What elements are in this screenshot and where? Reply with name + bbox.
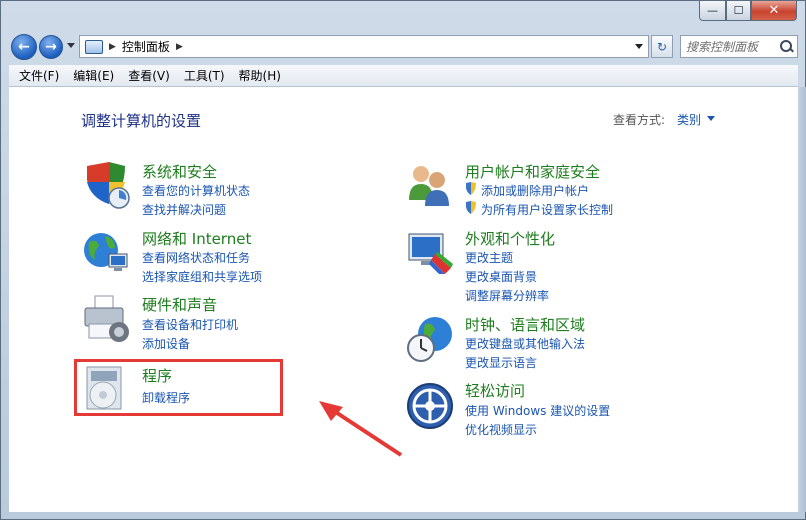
- menu-edit[interactable]: 编辑(E): [66, 65, 121, 87]
- link-parental-controls[interactable]: 为所有用户设置家长控制: [481, 201, 613, 218]
- link-change-theme[interactable]: 更改主题: [465, 249, 513, 266]
- clock-globe-icon[interactable]: [405, 314, 455, 364]
- menu-help[interactable]: 帮助(H): [232, 65, 288, 87]
- menu-file[interactable]: 文件(F): [12, 65, 66, 87]
- search-box[interactable]: [680, 35, 798, 58]
- category-system-security[interactable]: 系统和安全: [142, 161, 217, 182]
- uac-shield-icon: [466, 201, 476, 214]
- network-globe-icon[interactable]: [81, 228, 131, 278]
- monitor-palette-icon[interactable]: [405, 228, 455, 278]
- view-by-selector[interactable]: 类别: [677, 111, 701, 128]
- printer-icon[interactable]: [81, 294, 131, 344]
- link-windows-recommended[interactable]: 使用 Windows 建议的设置: [465, 402, 610, 419]
- refresh-button[interactable]: ↻: [651, 35, 673, 58]
- menu-view[interactable]: 查看(V): [121, 65, 177, 87]
- category-hardware-sound[interactable]: 硬件和声音: [142, 294, 217, 315]
- forward-button[interactable]: →: [39, 35, 63, 59]
- minimize-button[interactable]: —: [699, 1, 726, 21]
- category-appearance[interactable]: 外观和个性化: [465, 228, 555, 249]
- page-title: 调整计算机的设置: [81, 112, 202, 130]
- content-pane: 调整计算机的设置 查看方式: 类别 系统和安全 查看您的计算机状态 查找并解决问…: [9, 87, 798, 512]
- refresh-icon: ↻: [656, 39, 668, 54]
- arrow-right-icon: →: [45, 39, 57, 55]
- link-display-language[interactable]: 更改显示语言: [465, 354, 537, 371]
- users-icon[interactable]: [405, 160, 455, 210]
- breadcrumb-separator[interactable]: ▶: [109, 42, 116, 52]
- control-panel-icon: [85, 39, 103, 54]
- breadcrumb-separator-end[interactable]: ▶: [176, 42, 183, 52]
- arrow-left-icon: ←: [18, 39, 30, 55]
- menu-bar: 文件(F) 编辑(E) 查看(V) 工具(T) 帮助(H): [9, 65, 798, 87]
- close-button[interactable]: ✕: [751, 1, 797, 21]
- link-view-computer-status[interactable]: 查看您的计算机状态: [142, 182, 250, 199]
- search-icon[interactable]: [780, 39, 794, 54]
- view-by-dropdown-icon[interactable]: [707, 116, 715, 121]
- menu-tools[interactable]: 工具(T): [177, 65, 232, 87]
- shield-check-icon[interactable]: [81, 160, 131, 210]
- link-desktop-background[interactable]: 更改桌面背景: [465, 268, 537, 285]
- link-change-keyboard[interactable]: 更改键盘或其他输入法: [465, 335, 585, 352]
- category-ease-of-access[interactable]: 轻松访问: [465, 380, 525, 401]
- link-network-status[interactable]: 查看网络状态和任务: [142, 249, 250, 266]
- category-network-internet[interactable]: 网络和 Internet: [142, 228, 251, 249]
- window-frame-right: [798, 87, 806, 512]
- maximize-button[interactable]: ☐: [726, 1, 751, 21]
- highlight-box: [74, 359, 283, 416]
- control-panel-window: — ☐ ✕ ← → ▶ 控制面板 ▶ ↻ 文件(F) 编辑(E) 查看(V) 工…: [0, 0, 806, 520]
- link-troubleshoot[interactable]: 查找并解决问题: [142, 201, 226, 218]
- annotation-arrow: [319, 401, 403, 457]
- link-devices-printers[interactable]: 查看设备和打印机: [142, 316, 238, 333]
- search-input[interactable]: [686, 39, 778, 54]
- category-clock-language[interactable]: 时钟、语言和区域: [465, 314, 585, 335]
- recent-pages-dropdown[interactable]: [67, 43, 75, 48]
- view-by-label: 查看方式:: [613, 113, 666, 127]
- back-button[interactable]: ←: [11, 34, 37, 60]
- link-homegroup-sharing[interactable]: 选择家庭组和共享选项: [142, 268, 262, 285]
- address-dropdown-icon[interactable]: [635, 44, 643, 49]
- link-add-remove-users[interactable]: 添加或删除用户帐户: [481, 182, 589, 199]
- uac-shield-icon: [466, 182, 476, 195]
- ease-of-access-icon[interactable]: [405, 381, 455, 431]
- link-screen-resolution[interactable]: 调整屏幕分辨率: [465, 287, 549, 304]
- category-user-accounts[interactable]: 用户帐户和家庭安全: [465, 161, 600, 182]
- breadcrumb-control-panel[interactable]: 控制面板: [122, 38, 170, 55]
- link-add-device[interactable]: 添加设备: [142, 335, 190, 352]
- address-bar[interactable]: ▶ 控制面板 ▶: [79, 35, 649, 58]
- link-optimize-display[interactable]: 优化视频显示: [465, 421, 537, 438]
